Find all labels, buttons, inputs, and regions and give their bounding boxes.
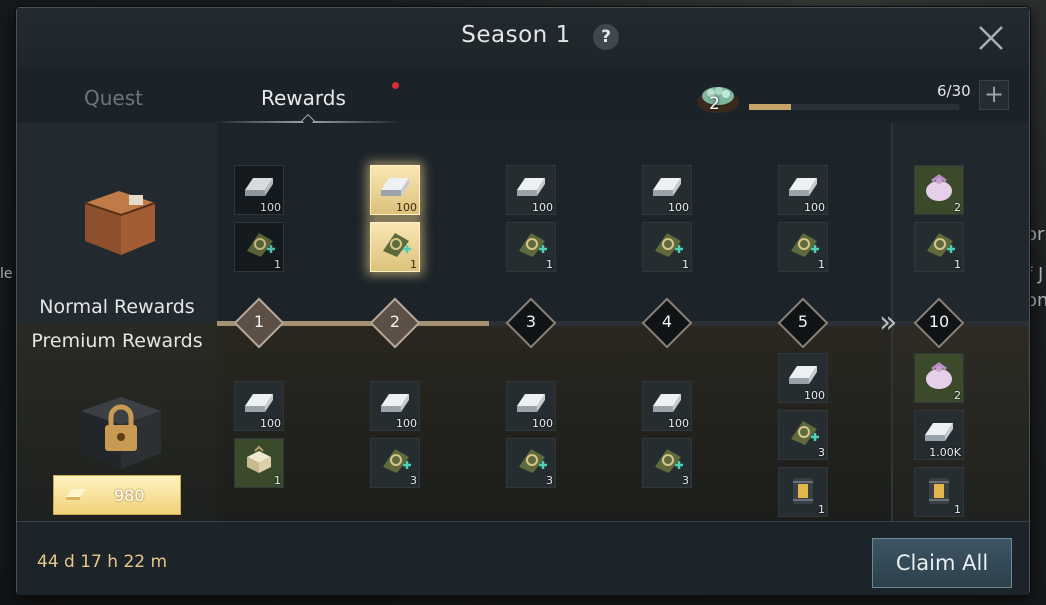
normal-reward-slot[interactable]: 1 [642, 222, 692, 272]
reward-quantity: 3 [546, 474, 553, 487]
season-timer: 44 d 17 h 22 m [37, 552, 168, 572]
reward-quantity: 1 [274, 474, 281, 487]
normal-chest-icon [84, 191, 156, 255]
reward-quantity: 100 [532, 201, 553, 214]
premium-reward-slot[interactable]: 3 [778, 410, 828, 460]
reward-quantity: 2 [954, 201, 961, 214]
premium-reward-slot[interactable]: 3 [370, 438, 420, 488]
premium-reward-slot[interactable]: 100 [234, 381, 284, 431]
premium-reward-slot[interactable]: 100 [506, 381, 556, 431]
season-level: 2 [709, 94, 720, 114]
help-icon[interactable]: ? [593, 24, 619, 50]
reward-quantity: 1 [410, 258, 417, 271]
premium-reward-slot[interactable]: 2 [914, 353, 964, 403]
reward-quantity: 1 [954, 258, 961, 271]
normal-reward-slot[interactable]: 100 [778, 165, 828, 215]
normal-reward-slot[interactable]: 1 [506, 222, 556, 272]
reward-track: » 100 1 100 1 100 1 100 1 100 1 2 1 100 1 100 3 100 3 100 3… [217, 123, 1029, 521]
reward-quantity: 1 [818, 503, 825, 516]
xp-progress-fill [749, 104, 791, 110]
reward-quantity: 3 [818, 446, 825, 459]
reward-quantity: 100 [532, 417, 553, 430]
reward-quantity: 100 [260, 201, 281, 214]
reward-quantity: 100 [260, 417, 281, 430]
level-node-label: 3 [525, 312, 537, 331]
reward-quantity: 100 [804, 389, 825, 402]
normal-reward-slot[interactable]: 100 [234, 165, 284, 215]
level-node-label: 2 [389, 312, 401, 331]
normal-reward-slot[interactable]: 100 [370, 165, 420, 215]
reward-quantity: 3 [410, 474, 417, 487]
reward-quantity: 2 [954, 389, 961, 402]
unlock-premium-button[interactable]: 980 [53, 475, 181, 515]
premium-reward-slot[interactable]: 3 [642, 438, 692, 488]
window-title: Season 1 [461, 22, 571, 48]
premium-reward-slot[interactable]: 1 [914, 467, 964, 517]
reward-quantity: 100 [396, 201, 417, 214]
normal-rewards-label: Normal Rewards [39, 296, 195, 318]
reward-quantity: 1 [682, 258, 689, 271]
normal-reward-slot[interactable]: 1 [914, 222, 964, 272]
notification-dot [392, 82, 399, 89]
reward-quantity: 1 [546, 258, 553, 271]
tab-bar: Quest Rewards [17, 78, 417, 129]
premium-reward-slot[interactable]: 100 [642, 381, 692, 431]
skip-chevrons-icon: » [879, 305, 898, 340]
tab-rewards[interactable]: Rewards [261, 86, 346, 110]
rewards-content: Normal Rewards Premium Rewards 980 » 100… [17, 123, 1029, 521]
reward-tier-sidebar: Normal Rewards Premium Rewards 980 [17, 123, 217, 521]
level-node-label: 4 [661, 312, 673, 331]
normal-reward-slot[interactable]: 100 [642, 165, 692, 215]
premium-reward-slot[interactable]: 1 [234, 438, 284, 488]
reward-quantity: 100 [804, 201, 825, 214]
normal-reward-slot[interactable]: 1 [234, 222, 284, 272]
footer-bar: 44 d 17 h 22 m Claim All [17, 521, 1029, 595]
close-icon[interactable] [975, 22, 1007, 54]
normal-reward-slot[interactable]: 1 [370, 222, 420, 272]
premium-reward-slot[interactable]: 100 [778, 353, 828, 403]
background-text: le [0, 266, 13, 282]
premium-rewards-label: Premium Rewards [31, 330, 203, 352]
tab-quest[interactable]: Quest [84, 86, 143, 110]
premium-reward-slot[interactable]: 100 [370, 381, 420, 431]
gold-bar-icon [66, 489, 86, 500]
reward-quantity: 1.00K [929, 446, 961, 459]
level-node-label: 10 [928, 312, 950, 331]
season-pass-window: Season 1 ? Quest Rewards 2 6/30 + Normal… [16, 7, 1030, 595]
premium-reward-slot[interactable]: 1 [778, 467, 828, 517]
premium-reward-slot[interactable]: 1.00K [914, 410, 964, 460]
normal-reward-slot[interactable]: 1 [778, 222, 828, 272]
premium-reward-slot[interactable]: 3 [506, 438, 556, 488]
title-bar: Season 1 ? [17, 8, 1029, 66]
reward-quantity: 3 [682, 474, 689, 487]
premium-locked-chest-icon [81, 397, 161, 469]
normal-reward-slot[interactable]: 2 [914, 165, 964, 215]
level-node-label: 1 [253, 312, 265, 331]
add-xp-button[interactable]: + [979, 80, 1009, 110]
normal-reward-slot[interactable]: 100 [506, 165, 556, 215]
reward-quantity: 1 [954, 503, 961, 516]
reward-quantity: 100 [668, 417, 689, 430]
claim-all-button[interactable]: Claim All [872, 538, 1012, 588]
reward-quantity: 1 [818, 258, 825, 271]
premium-price: 980 [114, 486, 145, 505]
reward-quantity: 100 [668, 201, 689, 214]
xp-progress-bar [749, 104, 959, 110]
xp-counter: 6/30 [937, 82, 971, 100]
reward-quantity: 1 [274, 258, 281, 271]
reward-quantity: 100 [396, 417, 417, 430]
level-node-label: 5 [797, 312, 809, 331]
